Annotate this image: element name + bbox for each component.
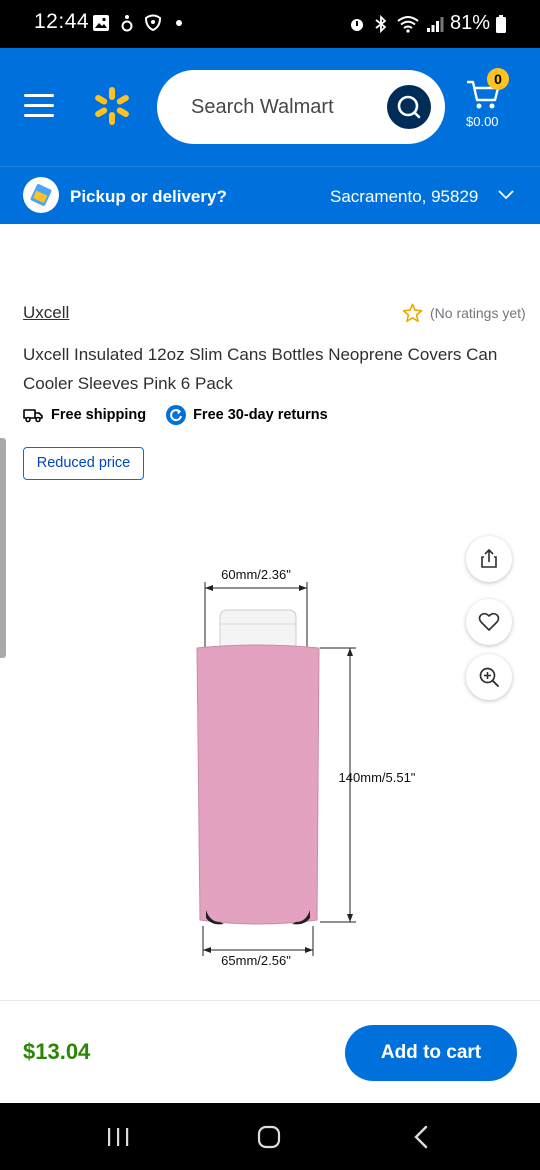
rating[interactable]: (No ratings yet) — [402, 303, 526, 323]
dimension-height-label: 140mm/5.51" — [339, 770, 416, 785]
accessibility-icon — [121, 15, 133, 32]
pickup-delivery-bar[interactable]: Pickup or delivery? Sacramento, 95829 — [0, 166, 540, 224]
pickup-label: Pickup or delivery? — [70, 187, 227, 206]
share-button[interactable] — [466, 536, 512, 582]
image-icon — [93, 15, 109, 31]
cart-total: $0.00 — [466, 114, 499, 129]
walmart-spark-logo[interactable] — [92, 86, 132, 126]
buy-bar: $13.04 Add to cart — [0, 1000, 540, 1103]
favorite-button[interactable] — [466, 599, 512, 645]
brand-link[interactable]: Uxcell — [23, 303, 69, 323]
heart-icon — [478, 612, 500, 631]
free-shipping-label: Free shipping — [51, 407, 147, 423]
search-placeholder: Search Walmart — [191, 96, 334, 118]
product-image[interactable]: 60mm/2.36" 140mm/5.51" 65mm/2.56" — [180, 560, 440, 972]
share-icon — [481, 548, 497, 568]
cart-count-badge: 0 — [487, 68, 509, 90]
back-icon[interactable] — [410, 1124, 432, 1150]
zoom-button[interactable] — [466, 654, 512, 700]
shield-icon — [144, 14, 162, 32]
wifi-icon — [397, 15, 419, 33]
rating-text: (No ratings yet) — [430, 305, 526, 321]
status-time: 12:44 — [34, 10, 90, 33]
star-icon — [402, 303, 423, 323]
battery-percent: 81% — [449, 12, 490, 34]
battery-icon — [496, 14, 506, 33]
alarm-icon — [350, 18, 363, 31]
dot-icon — [176, 20, 182, 26]
product-price: $13.04 — [23, 1039, 91, 1064]
returns-icon — [166, 405, 187, 425]
free-shipping: Free shipping — [23, 407, 146, 423]
header: Search Walmart 0 $0.00 — [0, 48, 540, 166]
free-returns: Free 30-day returns — [166, 405, 328, 425]
search-input[interactable]: Search Walmart — [157, 70, 445, 144]
edge-panel-handle[interactable] — [0, 438, 6, 658]
product-title: Uxcell Insulated 12oz Slim Cans Bottles … — [23, 345, 498, 393]
add-to-cart-button[interactable]: Add to cart — [345, 1025, 517, 1081]
pickup-icon — [23, 177, 59, 213]
chevron-down-icon — [498, 190, 514, 200]
signal-icon — [426, 16, 444, 32]
location-text: Sacramento, 95829 — [330, 187, 479, 206]
status-bar: 12:44 81% — [0, 0, 540, 48]
system-nav-bar — [0, 1103, 540, 1170]
reduced-price-badge: Reduced price — [23, 447, 144, 480]
search-button[interactable] — [387, 85, 431, 129]
bluetooth-icon — [375, 14, 387, 33]
search-icon — [397, 95, 421, 119]
status-left-icons — [92, 14, 188, 32]
fulfillment-row: Free shipping Free 30-day returns — [23, 405, 348, 425]
status-right-icons: 81% — [348, 12, 506, 35]
menu-icon[interactable] — [24, 94, 54, 118]
dimension-bottom-label: 65mm/2.56" — [221, 953, 291, 968]
cart-button[interactable]: 0 $0.00 — [460, 68, 520, 138]
recent-apps-icon[interactable] — [106, 1125, 130, 1149]
home-icon[interactable] — [256, 1124, 282, 1150]
truck-icon — [23, 409, 43, 423]
zoom-in-icon — [479, 667, 499, 687]
free-returns-label: Free 30-day returns — [193, 407, 328, 423]
dimension-top-label: 60mm/2.36" — [221, 567, 291, 582]
